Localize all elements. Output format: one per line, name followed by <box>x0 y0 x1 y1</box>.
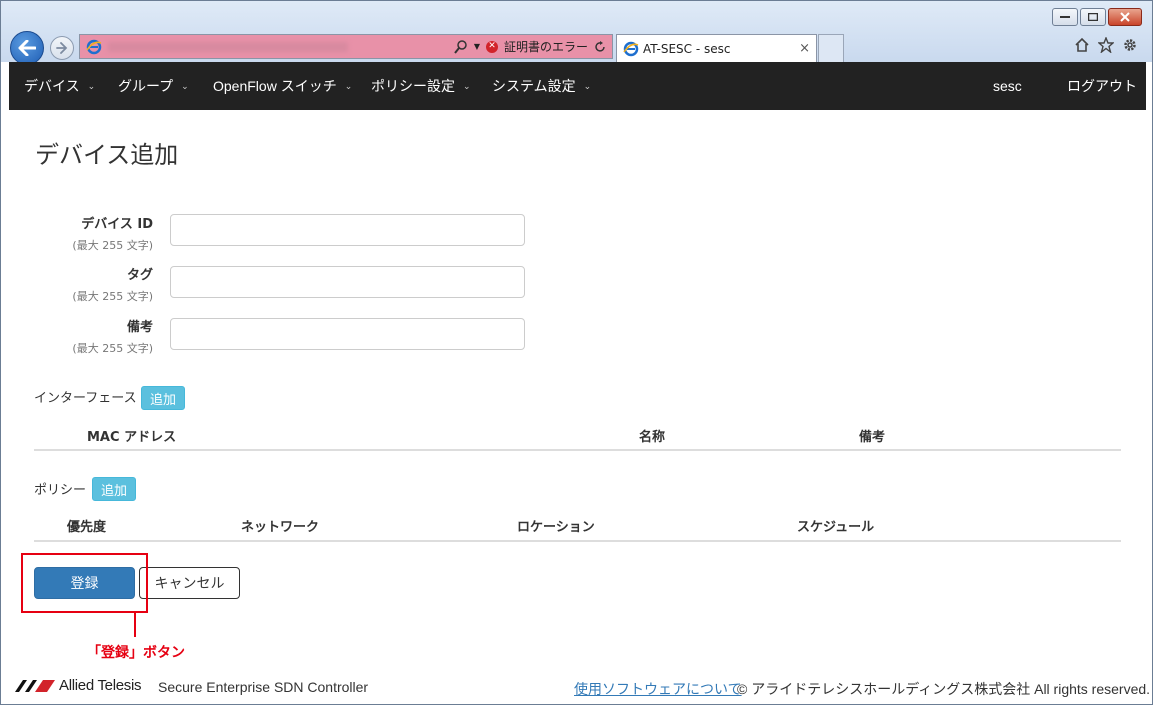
policy-table-divider <box>34 540 1121 542</box>
address-url-blurred <box>108 41 348 52</box>
arrow-right-icon <box>56 42 68 54</box>
nav-item-label: デバイス <box>24 78 80 94</box>
close-window-button[interactable] <box>1108 8 1142 26</box>
nav-item-policy-settings[interactable]: ポリシー設定 ⌄ <box>371 62 471 110</box>
chevron-down-icon: ⌄ <box>344 80 353 91</box>
footer-product-name: Secure Enterprise SDN Controller <box>158 679 369 695</box>
arrow-left-icon <box>18 40 36 56</box>
maximize-icon <box>1088 13 1098 21</box>
footer-brand: Allied Telesis <box>59 677 142 694</box>
forward-button[interactable] <box>50 36 74 60</box>
cert-error-icon: ✕ <box>485 40 498 53</box>
page-title: デバイス追加 <box>35 142 179 169</box>
column-header-name: 名称 <box>639 430 666 445</box>
star-icon[interactable] <box>1098 37 1114 53</box>
nav-item-system-settings[interactable]: システム設定 ⌄ <box>492 62 591 110</box>
device-id-input[interactable] <box>170 214 525 246</box>
field-hint: (最大 255 文字) <box>72 239 153 252</box>
field-hint: (最大 255 文字) <box>72 342 153 355</box>
column-header-note: 備考 <box>859 430 886 445</box>
tag-label: タグ (最大 255 文字) <box>1 264 153 304</box>
chevron-down-icon: ⌄ <box>583 80 592 91</box>
app-navbar: デバイス ⌄ グループ ⌄ OpenFlow スイッチ ⌄ ポリシー設定 ⌄ シ… <box>9 62 1146 110</box>
nav-user[interactable]: sesc <box>993 62 1022 110</box>
field-label: タグ <box>126 268 153 283</box>
column-header-priority: 優先度 <box>67 520 107 535</box>
nav-logout-label: ログアウト <box>1067 78 1137 94</box>
nav-logout[interactable]: ログアウト <box>1067 62 1137 110</box>
callout-leader-line <box>134 613 136 637</box>
browser-chrome: ▼ ✕ 証明書のエラー AT-SESC - sesc × <box>1 1 1152 65</box>
column-header-location: ロケーション <box>517 520 595 535</box>
back-button[interactable] <box>10 31 44 65</box>
field-hint: (最大 255 文字) <box>72 290 153 303</box>
window-controls <box>1052 8 1142 26</box>
add-interface-button[interactable]: 追加 <box>141 386 186 410</box>
gear-icon[interactable] <box>1122 37 1138 53</box>
note-label: 備考 (最大 255 文字) <box>1 316 153 356</box>
interface-table-divider <box>34 449 1121 451</box>
chevron-down-icon: ⌄ <box>181 80 189 91</box>
tab-title: AT-SESC - sesc <box>643 41 731 56</box>
tag-input[interactable] <box>170 266 525 298</box>
search-icon[interactable] <box>454 39 468 54</box>
cert-error-label[interactable]: 証明書のエラー <box>504 38 588 55</box>
home-icon[interactable] <box>1074 37 1090 53</box>
maximize-button[interactable] <box>1080 8 1106 26</box>
column-header-network: ネットワーク <box>241 520 320 535</box>
nav-item-label: OpenFlow スイッチ <box>213 78 337 94</box>
nav-user-label: sesc <box>993 78 1022 94</box>
new-tab-button[interactable] <box>818 34 844 62</box>
chevron-down-icon: ⌄ <box>87 80 96 91</box>
device-id-label: デバイス ID (最大 255 文字) <box>1 213 153 253</box>
dropdown-caret-icon[interactable]: ▼ <box>474 42 480 51</box>
refresh-icon[interactable] <box>594 40 606 53</box>
add-policy-button[interactable]: 追加 <box>92 477 137 501</box>
cancel-button[interactable]: キャンセル <box>139 567 240 599</box>
nav-item-openflow-switch[interactable]: OpenFlow スイッチ ⌄ <box>213 62 352 110</box>
callout-highlight-box <box>21 553 148 613</box>
nav-item-groups[interactable]: グループ ⌄ <box>118 62 189 110</box>
nav-item-label: システム設定 <box>492 78 576 94</box>
policy-section-label: ポリシー <box>34 483 87 498</box>
field-label: デバイス ID <box>81 217 153 232</box>
column-header-mac: MAC アドレス <box>87 430 177 445</box>
allied-telesis-logo-icon <box>15 679 55 692</box>
close-icon <box>1120 12 1130 22</box>
interface-section-label: インターフェース <box>34 391 137 406</box>
browser-window: ▼ ✕ 証明書のエラー AT-SESC - sesc × デバイス ⌄ グループ… <box>0 0 1153 705</box>
allied-telesis-logo: Allied Telesis <box>15 677 142 694</box>
nav-item-label: グループ <box>118 78 174 94</box>
browser-toolbar-icons <box>1074 37 1138 53</box>
ie-logo-icon <box>86 39 102 54</box>
minimize-icon <box>1060 16 1070 18</box>
column-header-schedule: スケジュール <box>797 520 875 535</box>
nav-item-label: ポリシー設定 <box>371 78 455 94</box>
software-info-link[interactable]: 使用ソフトウェアについて <box>574 679 742 699</box>
chevron-down-icon: ⌄ <box>463 80 471 91</box>
browser-tab-active[interactable]: AT-SESC - sesc × <box>616 34 817 62</box>
address-tools: ▼ ✕ 証明書のエラー <box>454 38 606 55</box>
note-input[interactable] <box>170 318 525 350</box>
footer-copyright: © アライドテレシスホールディングス株式会社 All rights reserv… <box>737 681 1151 697</box>
address-bar[interactable]: ▼ ✕ 証明書のエラー <box>79 34 613 59</box>
tab-close-icon[interactable]: × <box>799 41 810 56</box>
minimize-button[interactable] <box>1052 8 1078 26</box>
field-label: 備考 <box>126 320 153 335</box>
callout-label: 「登録」ボタン <box>87 645 185 661</box>
nav-item-devices[interactable]: デバイス ⌄ <box>24 62 95 110</box>
ie-logo-icon <box>623 41 639 56</box>
